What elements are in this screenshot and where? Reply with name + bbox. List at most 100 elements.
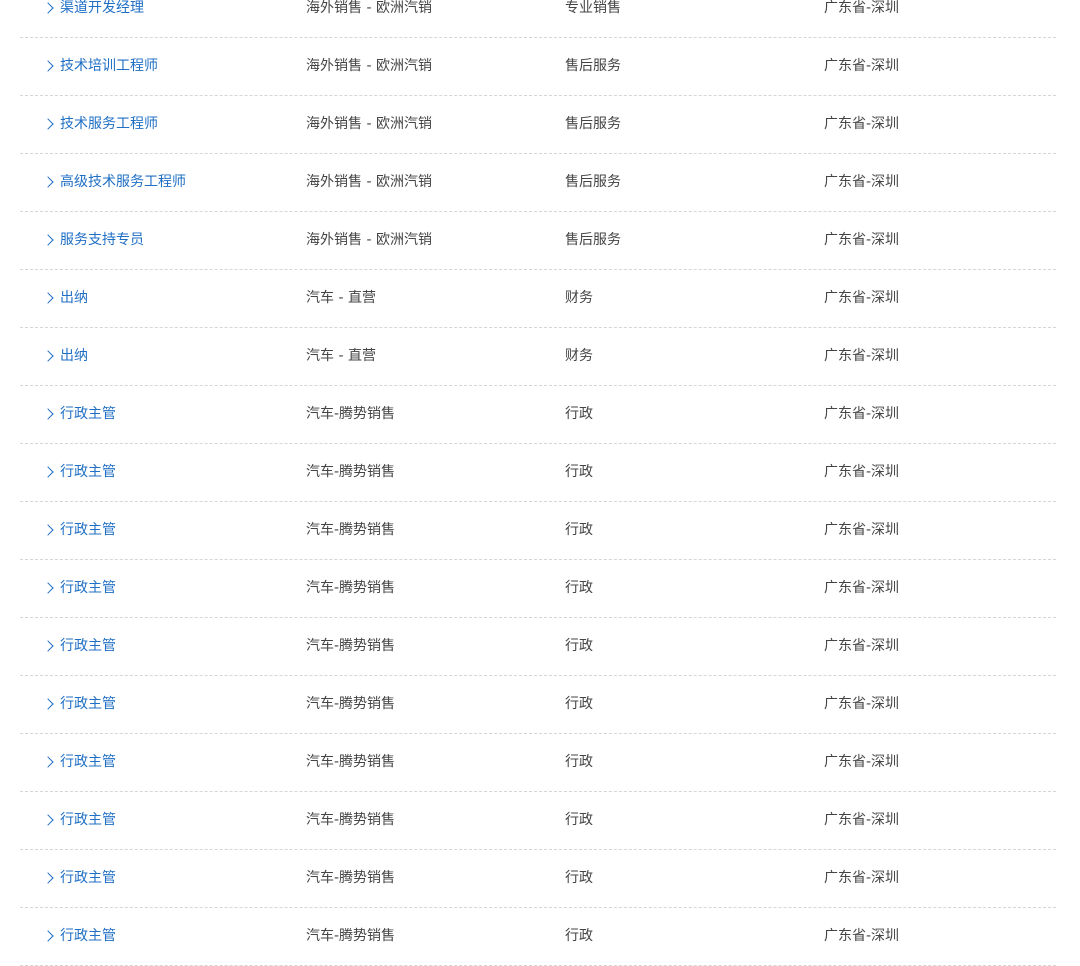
chevron-right-icon [42,117,54,130]
job-title-text: 技术服务工程师 [60,116,158,132]
job-title-link[interactable]: 渠道开发经理 [42,0,144,37]
job-category: 售后服务 [565,174,621,190]
job-row[interactable]: 行政主管 汽车-腾势销售 行政 广东省-深圳 [20,502,1056,560]
job-title-link[interactable]: 出纳 [42,328,88,385]
job-location: 广东省-深圳 [824,290,900,306]
job-title-link[interactable]: 服务支持专员 [42,212,144,269]
job-location: 广东省-深圳 [824,348,900,364]
job-list: 渠道开发经理 海外销售 - 欧洲汽销 专业销售 广东省-深圳 技术培训工程师 海外销售 -… [20,0,1056,966]
job-row[interactable]: 行政主管 汽车-腾势销售 行政 广东省-深圳 [20,850,1056,908]
job-title-text: 技术培训工程师 [60,58,158,74]
job-location: 广东省-深圳 [824,812,900,828]
job-department: 汽车 - 直营 [306,348,376,364]
job-title-text: 高级技术服务工程师 [60,174,186,190]
job-category: 售后服务 [565,232,621,248]
job-row[interactable]: 行政主管 汽车-腾势销售 行政 广东省-深圳 [20,444,1056,502]
job-category: 行政 [565,870,593,886]
job-category: 财务 [565,290,593,306]
chevron-right-icon [42,813,54,826]
job-row[interactable]: 行政主管 汽车-腾势销售 行政 广东省-深圳 [20,560,1056,618]
job-category: 行政 [565,580,593,596]
job-department: 汽车-腾势销售 [306,406,396,422]
job-department: 海外销售 - 欧洲汽销 [306,174,432,190]
job-title-link[interactable]: 出纳 [42,270,88,327]
job-row[interactable]: 行政主管 汽车-腾势销售 行政 广东省-深圳 [20,908,1056,966]
job-title-link[interactable]: 行政主管 [42,502,116,559]
job-row[interactable]: 出纳 汽车 - 直营 财务 广东省-深圳 [20,328,1056,386]
job-row[interactable]: 行政主管 汽车-腾势销售 行政 广东省-深圳 [20,618,1056,676]
job-row[interactable]: 渠道开发经理 海外销售 - 欧洲汽销 专业销售 广东省-深圳 [20,0,1056,38]
job-location: 广东省-深圳 [824,928,900,944]
chevron-right-icon [42,1,54,14]
job-location: 广东省-深圳 [824,638,900,654]
job-title-link[interactable]: 行政主管 [42,908,116,965]
job-row[interactable]: 高级技术服务工程师 海外销售 - 欧洲汽销 售后服务 广东省-深圳 [20,154,1056,212]
job-row[interactable]: 行政主管 汽车-腾势销售 行政 广东省-深圳 [20,676,1056,734]
job-row[interactable]: 技术培训工程师 海外销售 - 欧洲汽销 售后服务 广东省-深圳 [20,38,1056,96]
job-title-link[interactable]: 行政主管 [42,850,116,907]
job-row[interactable]: 技术服务工程师 海外销售 - 欧洲汽销 售后服务 广东省-深圳 [20,96,1056,154]
job-department: 汽车-腾势销售 [306,464,396,480]
job-title-link[interactable]: 行政主管 [42,386,116,443]
job-title-link[interactable]: 行政主管 [42,444,116,501]
job-title-text: 行政主管 [60,580,116,596]
job-department: 汽车-腾势销售 [306,522,396,538]
job-department: 汽车-腾势销售 [306,638,396,654]
job-row[interactable]: 行政主管 汽车-腾势销售 行政 广东省-深圳 [20,734,1056,792]
job-category: 行政 [565,464,593,480]
job-row[interactable]: 行政主管 汽车-腾势销售 行政 广东省-深圳 [20,386,1056,444]
job-location: 广东省-深圳 [824,0,900,16]
job-department: 汽车-腾势销售 [306,754,396,770]
chevron-right-icon [42,291,54,304]
job-row[interactable]: 行政主管 汽车-腾势销售 行政 广东省-深圳 [20,792,1056,850]
job-location: 广东省-深圳 [824,696,900,712]
chevron-right-icon [42,639,54,652]
job-title-link[interactable]: 行政主管 [42,618,116,675]
job-category: 财务 [565,348,593,364]
job-location: 广东省-深圳 [824,116,900,132]
job-title-text: 出纳 [60,348,88,364]
job-category: 行政 [565,406,593,422]
job-location: 广东省-深圳 [824,406,900,422]
chevron-right-icon [42,233,54,246]
job-title-text: 行政主管 [60,696,116,712]
job-title-link[interactable]: 技术服务工程师 [42,96,158,153]
job-category: 售后服务 [565,116,621,132]
job-title-link[interactable]: 行政主管 [42,560,116,617]
job-department: 汽车-腾势销售 [306,870,396,886]
job-category: 行政 [565,754,593,770]
job-title-link[interactable]: 行政主管 [42,792,116,849]
job-department: 汽车-腾势销售 [306,928,396,944]
job-title-text: 出纳 [60,290,88,306]
job-department: 海外销售 - 欧洲汽销 [306,58,432,74]
job-department: 汽车-腾势销售 [306,812,396,828]
chevron-right-icon [42,755,54,768]
job-location: 广东省-深圳 [824,232,900,248]
job-department: 汽车-腾势销售 [306,580,396,596]
job-department: 海外销售 - 欧洲汽销 [306,0,432,16]
job-title-text: 行政主管 [60,812,116,828]
job-location: 广东省-深圳 [824,870,900,886]
job-category: 行政 [565,812,593,828]
job-title-link[interactable]: 行政主管 [42,676,116,733]
chevron-right-icon [42,465,54,478]
job-department: 海外销售 - 欧洲汽销 [306,116,432,132]
job-title-link[interactable]: 行政主管 [42,734,116,791]
job-title-link[interactable]: 高级技术服务工程师 [42,154,186,211]
job-row[interactable]: 出纳 汽车 - 直营 财务 广东省-深圳 [20,270,1056,328]
job-row[interactable]: 服务支持专员 海外销售 - 欧洲汽销 售后服务 广东省-深圳 [20,212,1056,270]
chevron-right-icon [42,581,54,594]
chevron-right-icon [42,349,54,362]
job-title-text: 行政主管 [60,928,116,944]
job-location: 广东省-深圳 [824,522,900,538]
job-title-text: 行政主管 [60,638,116,654]
job-category: 专业销售 [565,0,621,16]
job-category: 售后服务 [565,58,621,74]
job-location: 广东省-深圳 [824,580,900,596]
job-title-text: 渠道开发经理 [60,0,144,16]
chevron-right-icon [42,523,54,536]
job-department: 海外销售 - 欧洲汽销 [306,232,432,248]
chevron-right-icon [42,175,54,188]
chevron-right-icon [42,871,54,884]
job-title-link[interactable]: 技术培训工程师 [42,38,158,95]
